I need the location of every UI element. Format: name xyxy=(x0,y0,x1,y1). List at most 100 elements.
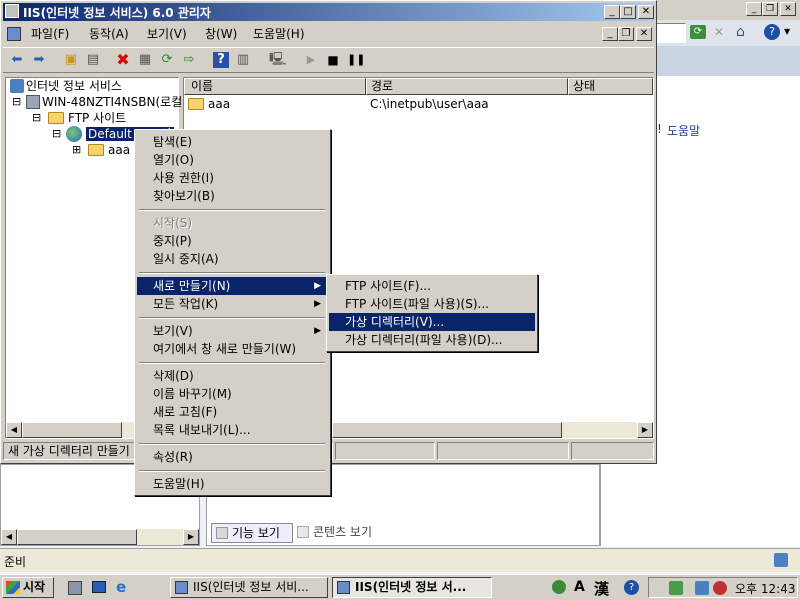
minimize-button[interactable]: _ xyxy=(604,5,620,19)
tree-child-aaa[interactable]: ⊞ aaa xyxy=(72,142,130,158)
clock[interactable]: 오후 12:43 xyxy=(735,580,795,597)
bg-tree-hscroll[interactable]: ◀ ▶ xyxy=(1,529,199,545)
show-hide-console-icon[interactable]: ▥ xyxy=(235,52,251,68)
tab-feature-view[interactable]: 기능 보기 xyxy=(211,523,293,543)
scroll-left-icon[interactable]: ◀ xyxy=(6,422,22,438)
menu-window[interactable]: 창(W) xyxy=(201,25,241,43)
virtual-folder-icon xyxy=(188,98,204,110)
ctx-view[interactable]: 보기(V) ▶ xyxy=(137,322,327,340)
sub-virtual-directory[interactable]: 가상 디렉터리(V)... xyxy=(329,313,535,331)
quicklaunch-desktop-icon[interactable] xyxy=(92,581,106,593)
expand-icon[interactable]: ⊞ xyxy=(72,142,81,158)
menu-action[interactable]: 동작(A) xyxy=(85,25,133,43)
ctx-rename[interactable]: 이름 바꾸기(M) xyxy=(137,385,327,403)
bg-close-button[interactable]: ✕ xyxy=(780,2,796,16)
delete-icon[interactable]: ✖ xyxy=(115,52,131,68)
language-bar-icon[interactable] xyxy=(552,580,566,594)
status-pane-3 xyxy=(437,442,569,460)
child-minimize-button[interactable]: _ xyxy=(602,27,618,41)
ime-alpha-indicator[interactable]: A xyxy=(574,579,585,595)
stop-icon[interactable]: ✕ xyxy=(714,25,728,39)
ctx-properties[interactable]: 속성(R) xyxy=(137,448,327,466)
scroll-left-icon[interactable]: ◀ xyxy=(1,529,17,545)
child-close-button[interactable]: ✕ xyxy=(636,27,652,41)
stop-service-icon[interactable]: ■ xyxy=(325,52,341,68)
title-bar[interactable]: IIS(인터넷 정보 서비스) 6.0 관리자 _ □ ✕ xyxy=(3,3,654,21)
menu-help[interactable]: 도움말(H) xyxy=(249,25,309,43)
ime-hanja-indicator[interactable]: 漢 xyxy=(594,578,609,599)
scroll-thumb[interactable] xyxy=(22,422,122,438)
up-folder-icon[interactable]: ▣ xyxy=(63,52,79,68)
refresh-list-icon[interactable]: ⟳ xyxy=(159,52,175,68)
tab-content-view[interactable]: 콘텐츠 보기 xyxy=(295,523,395,543)
column-header-status[interactable]: 상태 xyxy=(568,78,653,95)
ime-help-icon[interactable]: ? xyxy=(624,580,639,595)
pause-icon[interactable]: ❚❚ xyxy=(347,52,365,68)
collapse-icon[interactable]: ⊟ xyxy=(52,126,61,142)
scroll-thumb[interactable] xyxy=(17,529,137,545)
tray-network-icon[interactable] xyxy=(669,581,683,595)
child-restore-button[interactable]: ❐ xyxy=(618,27,634,41)
home-icon[interactable]: ⌂ xyxy=(736,24,752,40)
bg-address-input[interactable] xyxy=(656,23,686,43)
show-tree-icon[interactable]: ▤ xyxy=(85,52,101,68)
maximize-button[interactable]: □ xyxy=(620,5,636,19)
ctx-pause[interactable]: 일시 중지(A) xyxy=(137,250,327,268)
ctx-new[interactable]: 새로 만들기(N) ▶ xyxy=(137,277,327,295)
bg-help-link[interactable]: 도움말 xyxy=(667,122,700,139)
tree-ftp-sites[interactable]: ⊟ FTP 사이트 xyxy=(32,110,126,126)
collapse-icon[interactable]: ⊟ xyxy=(12,94,21,110)
sub-ftp-site[interactable]: FTP 사이트(F)... xyxy=(329,277,535,295)
ctx-browse[interactable]: 찾아보기(B) xyxy=(137,187,327,205)
bg-minimize-button[interactable]: _ xyxy=(746,2,762,16)
start-label: 시작 xyxy=(23,580,46,594)
chevron-down-icon[interactable]: ▼ xyxy=(784,24,790,40)
refresh-icon[interactable]: ⟳ xyxy=(690,25,706,39)
taskbar-task-2[interactable]: IIS(인터넷 정보 서... xyxy=(332,577,492,598)
feature-view-icon xyxy=(216,527,228,539)
feature-view-label: 기능 보기 xyxy=(232,526,280,540)
start-button[interactable]: 시작 xyxy=(2,577,54,598)
sub-virtual-directory-from-file[interactable]: 가상 디렉터리(파일 사용)(D)... xyxy=(329,331,535,349)
quicklaunch-ie-icon[interactable]: e xyxy=(116,579,132,595)
export-list-icon[interactable]: ⇨ xyxy=(181,52,197,68)
ctx-stop[interactable]: 중지(P) xyxy=(137,232,327,250)
scroll-right-icon[interactable]: ▶ xyxy=(637,422,653,438)
ctx-permissions[interactable]: 사용 권한(I) xyxy=(137,169,327,187)
start-icon[interactable]: ▶ xyxy=(303,52,319,68)
ctx-explore[interactable]: 탐색(E) xyxy=(137,133,327,151)
internet-services-icon xyxy=(10,79,24,93)
scroll-right-icon[interactable]: ▶ xyxy=(183,529,199,545)
quicklaunch-server-icon[interactable] xyxy=(68,581,82,595)
scroll-thumb[interactable] xyxy=(332,422,562,438)
taskbar-task-1[interactable]: IIS(인터넷 정보 서비... xyxy=(170,577,328,598)
help-icon[interactable]: ? xyxy=(213,52,229,68)
close-button[interactable]: ✕ xyxy=(638,5,654,19)
menu-view[interactable]: 보기(V) xyxy=(143,25,191,43)
bg-statusbar: 준비 xyxy=(0,548,800,572)
tree-root[interactable]: 인터넷 정보 서비스 xyxy=(8,78,122,94)
properties-icon[interactable]: ▦ xyxy=(137,52,153,68)
forward-arrow-icon[interactable]: ➡ xyxy=(31,52,47,68)
menu-file[interactable]: 파일(F) xyxy=(27,25,73,43)
collapse-icon[interactable]: ⊟ xyxy=(32,110,41,126)
tray-volume-icon[interactable] xyxy=(713,581,727,595)
column-header-name[interactable]: 이름 xyxy=(184,78,366,95)
ctx-help[interactable]: 도움말(H) xyxy=(137,475,327,493)
ctx-new-window[interactable]: 여기에서 창 새로 만들기(W) xyxy=(137,340,327,358)
tray-security-icon[interactable] xyxy=(695,581,709,595)
help-circle-icon[interactable]: ? xyxy=(764,24,780,40)
column-header-path[interactable]: 경로 xyxy=(366,78,568,95)
tree-server[interactable]: ⊟ WIN-48NZTI4NSBN(로컬 xyxy=(12,94,182,110)
table-row[interactable]: aaa C:\inetpub\user\aaa xyxy=(188,96,648,112)
computer-icon[interactable]: 🖳 xyxy=(269,52,286,68)
bg-restore-button[interactable]: ❐ xyxy=(762,2,778,16)
ctx-open[interactable]: 열기(O) xyxy=(137,151,327,169)
ctx-export-list[interactable]: 목록 내보내기(L)... xyxy=(137,421,327,439)
sub-ftp-site-from-file[interactable]: FTP 사이트(파일 사용)(S)... xyxy=(329,295,535,313)
menu-separator xyxy=(139,470,325,472)
back-arrow-icon[interactable]: ⬅ xyxy=(9,52,25,68)
ctx-all-tasks[interactable]: 모든 작업(K) ▶ xyxy=(137,295,327,313)
ctx-refresh[interactable]: 새로 고침(F) xyxy=(137,403,327,421)
ctx-delete[interactable]: 삭제(D) xyxy=(137,367,327,385)
